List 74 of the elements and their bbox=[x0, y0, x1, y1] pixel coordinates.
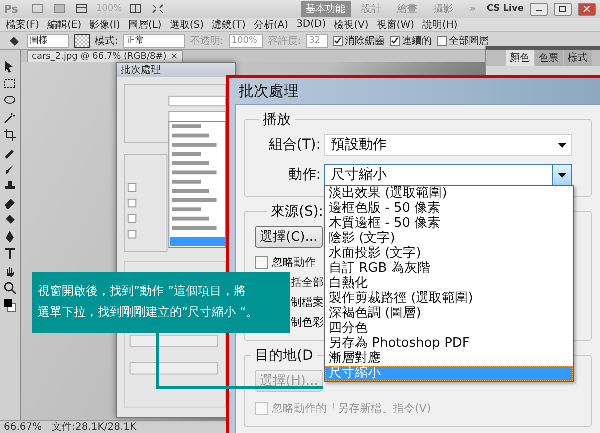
menu-item[interactable]: 濾鏡(T) bbox=[212, 18, 246, 32]
instruction-callout: 視窗開啟後，找到”動作 ”這個項目，將 選單下拉，找到剛剛建立的”尺寸縮小 “。 bbox=[32, 272, 290, 333]
dropdown-option[interactable]: 水面投影 (文字) bbox=[325, 246, 573, 261]
text-icon[interactable] bbox=[3, 247, 17, 261]
panel-tab[interactable]: 顏色 bbox=[506, 50, 534, 66]
checkbox[interactable] bbox=[390, 36, 400, 46]
dialog-title: 批次處理 bbox=[238, 80, 300, 102]
panel-tab[interactable]: 色票 bbox=[535, 50, 563, 66]
field-label: 動作: bbox=[287, 166, 321, 184]
checkbox-label: 括全部 bbox=[291, 274, 324, 290]
group-legend: 播放 bbox=[259, 111, 295, 129]
restore-icon bbox=[559, 6, 567, 12]
checkbox-label: 制色彩 bbox=[291, 314, 324, 330]
field-label: 組合(T): bbox=[268, 136, 321, 154]
app-logo: Ps bbox=[4, 2, 18, 16]
mode-label: 模式: bbox=[95, 34, 118, 48]
wand-icon[interactable] bbox=[3, 111, 17, 125]
close-icon bbox=[583, 6, 591, 12]
set-select[interactable]: 預設動作 bbox=[324, 134, 572, 156]
checkbox-label: 忽略動作 bbox=[272, 254, 316, 270]
group-legend: 目的地(D bbox=[251, 347, 318, 365]
dropdown-option[interactable]: 白熱化 bbox=[325, 276, 573, 291]
minimize-button[interactable] bbox=[530, 2, 548, 16]
checkbox-label: 消除鋸齒 bbox=[345, 34, 386, 48]
menu-item[interactable]: 檔案(F) bbox=[6, 18, 40, 32]
checkbox[interactable] bbox=[255, 256, 268, 268]
menu-item[interactable]: 影像(I) bbox=[90, 18, 120, 32]
dropdown-option[interactable]: 自訂 RGB 為灰階 bbox=[325, 261, 573, 276]
checkbox-label: 連續的 bbox=[402, 34, 432, 48]
brush-icon[interactable] bbox=[3, 162, 17, 176]
dropdown-option[interactable]: 邊框色版 - 50 像素 bbox=[325, 201, 573, 216]
dropdown-option[interactable]: 製作剪裁路徑 (選取範圍) bbox=[325, 291, 573, 306]
menu-item[interactable]: 分析(A) bbox=[254, 18, 289, 32]
menu-item[interactable]: 編輯(E) bbox=[48, 18, 82, 32]
color-swatches-icon[interactable] bbox=[3, 298, 17, 314]
eraser-icon[interactable] bbox=[3, 196, 17, 210]
tolerance-label: 容許度: bbox=[268, 34, 302, 48]
fill-source-select[interactable]: 圖樣 bbox=[27, 34, 69, 48]
dropdown-option[interactable]: 陰影 (文字) bbox=[325, 231, 573, 246]
menu-item[interactable]: 3D(D) bbox=[296, 19, 326, 30]
dropdown-option[interactable]: 淡出效果 (選取範圍) bbox=[325, 186, 573, 201]
checkbox[interactable] bbox=[333, 36, 344, 46]
choose-button[interactable]: 選擇(C)... bbox=[255, 226, 323, 248]
checkbox-label: 全部圖層 bbox=[449, 34, 490, 48]
pattern-swatch[interactable] bbox=[74, 34, 90, 48]
dropdown-option[interactable]: 另存為 Photoshop PDF bbox=[325, 336, 573, 351]
menu-item[interactable]: 圖層(L) bbox=[128, 18, 162, 32]
menu-item[interactable]: 說明(H) bbox=[422, 18, 458, 32]
document-size: 文件:28.1K/28.1K bbox=[52, 420, 137, 433]
crop-icon[interactable] bbox=[3, 128, 17, 142]
opacity-label: 不透明: bbox=[190, 34, 224, 48]
panel-tab[interactable]: 樣式 bbox=[564, 50, 592, 66]
checkbox[interactable] bbox=[437, 36, 448, 46]
menu-item[interactable]: 選取(S) bbox=[170, 18, 204, 32]
mode-select[interactable]: 正常 bbox=[123, 34, 186, 48]
caret-icon bbox=[558, 142, 566, 148]
marquee-icon[interactable] bbox=[3, 77, 17, 91]
dropdown-option[interactable]: 木質邊框 - 50 像素 bbox=[325, 216, 573, 231]
menu-item[interactable]: 檢視(V) bbox=[334, 18, 369, 32]
menu-item[interactable]: 視窗(W) bbox=[376, 18, 414, 32]
dropdown-option[interactable]: 漸層對應 bbox=[325, 351, 573, 366]
document-tab[interactable]: cars_2.jpg @ 66.7% (RGB/8#) × bbox=[27, 50, 184, 62]
close-icon[interactable]: × bbox=[170, 52, 178, 62]
zoom-icon[interactable] bbox=[3, 281, 17, 295]
dropdown-option[interactable]: 深褐色調 (圖層) bbox=[325, 306, 573, 321]
cs-live-button[interactable]: CS Live bbox=[486, 4, 524, 14]
checkbox-label: 忽略動作的「另存新檔」指令(V) bbox=[272, 400, 432, 416]
caret-icon bbox=[558, 172, 566, 178]
dropdown-option[interactable]: 四分色 bbox=[325, 321, 573, 336]
close-button[interactable] bbox=[578, 2, 596, 16]
checkbox-label: 制檔案 bbox=[291, 294, 324, 310]
dialog-title: 批次處理 bbox=[117, 63, 235, 77]
zoom-readout: 66.67% bbox=[4, 422, 42, 432]
restore-button[interactable] bbox=[554, 2, 572, 16]
